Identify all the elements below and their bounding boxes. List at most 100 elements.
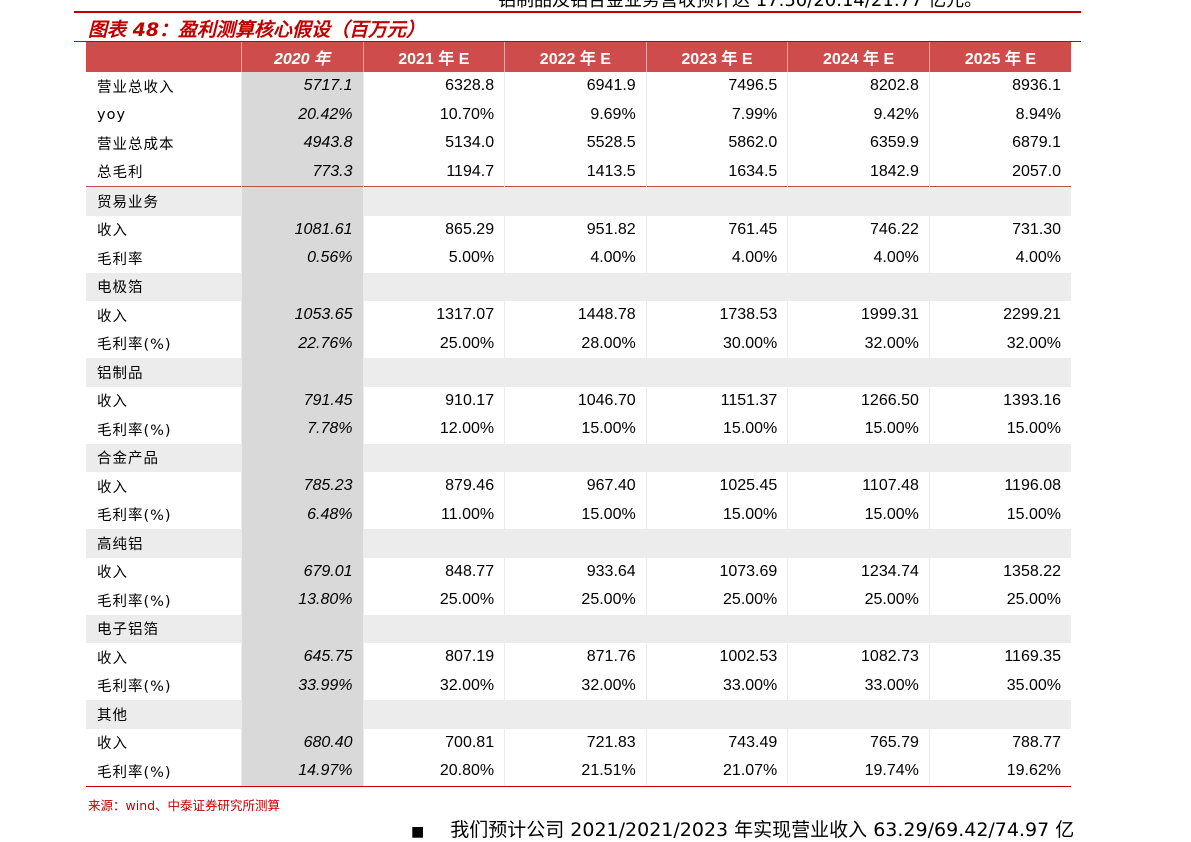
cell-value bbox=[646, 529, 789, 558]
cell-value bbox=[646, 186, 789, 216]
cell-value bbox=[929, 186, 1071, 216]
section-row: 贸易业务 bbox=[86, 186, 1071, 216]
cell-value bbox=[241, 614, 364, 643]
cell-value: 4.00% bbox=[504, 244, 647, 273]
cell-value bbox=[646, 443, 789, 472]
cell-value: 721.83 bbox=[504, 728, 647, 757]
cell-value: 9.69% bbox=[504, 100, 647, 129]
row-label: 总毛利 bbox=[86, 157, 242, 187]
row-label: 电极箔 bbox=[86, 272, 242, 301]
cell-value: 1634.5 bbox=[646, 157, 789, 187]
cell-value: 933.64 bbox=[504, 557, 647, 586]
row-label: 收入 bbox=[86, 557, 242, 586]
cell-value bbox=[363, 614, 506, 643]
source-note: 来源：wind、中泰证券研究所测算 bbox=[88, 798, 281, 813]
cell-value: 7.99% bbox=[646, 100, 789, 129]
cell-value bbox=[929, 358, 1071, 387]
cell-value: 785.23 bbox=[241, 472, 364, 501]
cell-value: 1081.61 bbox=[241, 215, 364, 244]
cell-value bbox=[504, 272, 647, 301]
cell-value: 848.77 bbox=[363, 557, 506, 586]
cell-value: 765.79 bbox=[787, 728, 930, 757]
cell-value: 6.48% bbox=[241, 500, 364, 529]
row-label: 毛利率(%) bbox=[86, 415, 242, 444]
cell-value: 15.00% bbox=[1006, 505, 1061, 523]
cell-value: 1358.22 bbox=[1003, 562, 1061, 580]
table-row: 总毛利 773.3 1194.7 1413.5 1634.5 1842.9 2057.0 bbox=[86, 157, 1071, 187]
cell-value: 11.00% bbox=[363, 500, 506, 529]
cell-value: 1082.73 bbox=[787, 643, 930, 672]
cell-value bbox=[787, 443, 930, 472]
cell-value bbox=[787, 186, 930, 216]
cell-value: 645.75 bbox=[241, 643, 364, 672]
cell-value: 4943.8 bbox=[241, 129, 364, 158]
cell-value bbox=[929, 529, 1071, 558]
cell-value bbox=[363, 700, 506, 729]
cell-value: 8202.8 bbox=[787, 72, 930, 101]
row-label: 铝制品 bbox=[86, 358, 242, 387]
table-row: 收入 645.75 807.19 871.76 1002.53 1082.73 1169.3… bbox=[86, 643, 1071, 672]
cell-value: 5717.1 bbox=[241, 72, 364, 101]
cell-value: 1738.53 bbox=[646, 301, 789, 330]
cell-value bbox=[929, 272, 1071, 301]
cell-value: 1025.45 bbox=[646, 472, 789, 501]
table-row: 营业总成本 4943.8 5134.0 5528.5 5862.0 6359.9 6879.… bbox=[86, 129, 1071, 158]
cell-value: 32.00% bbox=[363, 671, 506, 700]
row-label: 收入 bbox=[86, 472, 242, 501]
row-label: 收入 bbox=[86, 386, 242, 415]
cell-value: 680.40 bbox=[241, 728, 364, 757]
cell-value bbox=[787, 529, 930, 558]
cell-value: 28.00% bbox=[504, 329, 647, 358]
header-cell-2023: 2023 年 E bbox=[646, 42, 789, 72]
cell-value: 5.00% bbox=[363, 244, 506, 273]
cell-value: 4.00% bbox=[787, 244, 930, 273]
cell-value bbox=[241, 700, 364, 729]
assumptions-table: 2020 年 2021 年 E 2022 年 E 2023 年 E 2024 年… bbox=[86, 42, 1071, 787]
cell-value: 788.77 bbox=[1012, 733, 1061, 751]
table-caption: 图表 48：盈利测算核心假设（百万元） bbox=[88, 19, 426, 41]
cell-value: 1842.9 bbox=[787, 157, 930, 187]
section-row: 其他 bbox=[86, 700, 1071, 729]
cell-value: 25.00% bbox=[646, 586, 789, 615]
cell-value: 6328.8 bbox=[363, 72, 506, 101]
row-label: 高纯铝 bbox=[86, 529, 242, 558]
cell-value bbox=[363, 272, 506, 301]
cell-value: 15.00% bbox=[504, 415, 647, 444]
cell-value: 1107.48 bbox=[787, 472, 930, 501]
cell-value: 12.00% bbox=[363, 415, 506, 444]
row-label: 收入 bbox=[86, 301, 242, 330]
cell-value bbox=[241, 443, 364, 472]
header-cell-2022: 2022 年 E bbox=[504, 42, 647, 72]
cell-value bbox=[504, 700, 647, 729]
cell-value: 14.97% bbox=[241, 757, 364, 787]
cell-value: 1234.74 bbox=[787, 557, 930, 586]
cell-value: 700.81 bbox=[363, 728, 506, 757]
cell-value: 5528.5 bbox=[504, 129, 647, 158]
cell-value bbox=[787, 700, 930, 729]
row-label: 收入 bbox=[86, 643, 242, 672]
row-label: 收入 bbox=[86, 215, 242, 244]
cell-value: 21.51% bbox=[504, 757, 647, 787]
top-rule bbox=[74, 11, 1081, 13]
cell-value bbox=[363, 529, 506, 558]
cell-value: 15.00% bbox=[646, 415, 789, 444]
cell-value: 1196.08 bbox=[1004, 477, 1061, 495]
header-cell-2020: 2020 年 bbox=[241, 42, 364, 72]
cell-value: 807.19 bbox=[363, 643, 506, 672]
cell-value: 15.00% bbox=[504, 500, 647, 529]
header-cell-2024: 2024 年 E bbox=[787, 42, 930, 72]
table-row: 收入 1081.61 865.29 951.82 761.45 746.22 731.30 bbox=[86, 215, 1071, 244]
cell-value: 871.76 bbox=[504, 643, 647, 672]
cell-value: 1073.69 bbox=[646, 557, 789, 586]
table-row: 毛利率(%) 14.97% 20.80% 21.51% 21.07% 19.74% 19.6… bbox=[86, 757, 1071, 787]
cell-value: 1046.70 bbox=[504, 386, 647, 415]
row-label: 收入 bbox=[86, 728, 242, 757]
cell-value bbox=[241, 529, 364, 558]
cell-value: 1266.50 bbox=[787, 386, 930, 415]
section-row: 铝制品 bbox=[86, 358, 1071, 387]
cell-value: 743.49 bbox=[646, 728, 789, 757]
footer-paragraph: ■ 我们预计公司 2021/2021/2023 年实现营业收入 63.29/69.… bbox=[411, 815, 1074, 842]
cell-value: 1999.31 bbox=[787, 301, 930, 330]
bullet-icon: ■ bbox=[411, 824, 425, 840]
row-label: yoy bbox=[86, 100, 242, 129]
